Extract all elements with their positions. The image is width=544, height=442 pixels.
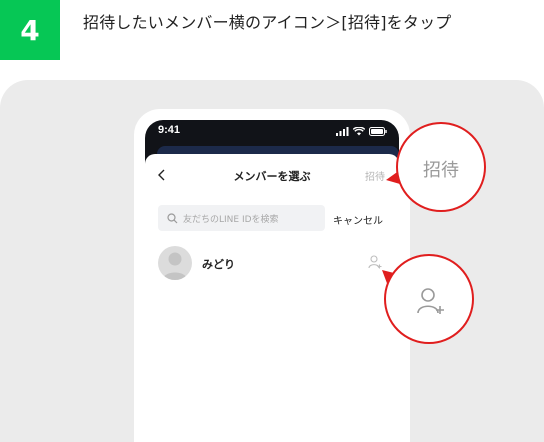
add-person-callout <box>384 254 474 344</box>
phone-screen: 9:41 メンバーを選ぶ 招待 友だちのLINE IDを検索 キャンセル みどり <box>145 120 399 442</box>
search-input[interactable]: 友だちのLINE IDを検索 <box>158 205 325 231</box>
select-members-sheet: メンバーを選ぶ 招待 友だちのLINE IDを検索 キャンセル みどり <box>145 154 399 442</box>
search-placeholder: 友だちのLINE IDを検索 <box>183 214 279 225</box>
invite-callout: 招待 <box>396 122 486 212</box>
wifi-icon <box>353 127 365 136</box>
step-number-badge: 4 <box>0 0 60 60</box>
status-icons <box>336 127 387 136</box>
avatar <box>158 246 192 280</box>
member-name: みどり <box>202 258 235 271</box>
battery-icon <box>369 127 387 136</box>
nav-header: メンバーを選ぶ 招待 <box>145 154 399 194</box>
phone-frame: 9:41 メンバーを選ぶ 招待 友だちのLINE IDを検索 キャンセル みどり <box>134 109 410 442</box>
invite-callout-label: 招待 <box>423 160 459 181</box>
signal-icon <box>336 127 349 136</box>
page-title: メンバーを選ぶ <box>233 170 311 183</box>
cancel-button[interactable]: キャンセル <box>333 212 383 227</box>
avatar-silhouette-icon <box>163 252 187 280</box>
instruction-text: 招待したいメンバー横のアイコン＞[招待]をタップ <box>83 13 452 32</box>
member-row[interactable]: みどり <box>145 242 399 286</box>
search-icon <box>167 212 178 223</box>
add-person-icon <box>417 288 444 314</box>
status-bar: 9:41 <box>145 120 399 146</box>
status-time: 9:41 <box>158 124 181 136</box>
invite-button[interactable]: 招待 <box>365 168 385 183</box>
